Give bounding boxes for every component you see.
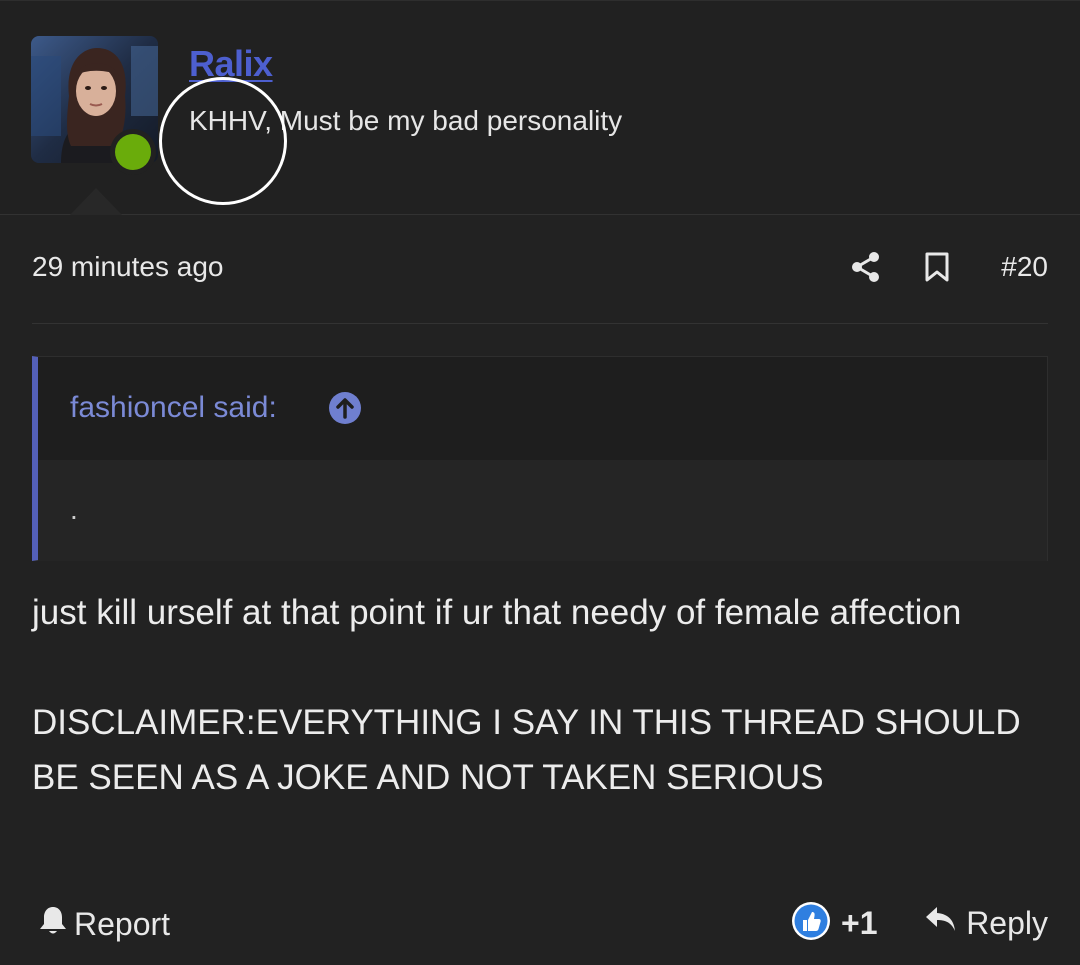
- thumbs-up-icon: [791, 901, 831, 946]
- bookmark-icon[interactable]: [923, 251, 951, 288]
- quote-block: fashioncel said: .: [32, 356, 1048, 561]
- reply-arrow-icon: [924, 904, 958, 942]
- circle-annotation: [159, 77, 287, 205]
- share-icon[interactable]: [850, 251, 882, 288]
- post-paragraph: just kill urself at that point if ur tha…: [32, 593, 962, 632]
- quote-author-link[interactable]: fashioncel said:: [70, 391, 277, 425]
- quote-text: .: [70, 494, 78, 525]
- post-timestamp[interactable]: 29 minutes ago: [32, 251, 223, 283]
- post-footer: Report +1 Reply: [32, 896, 1048, 948]
- divider: [32, 323, 1048, 324]
- bell-icon: [38, 904, 68, 944]
- post-meta-row: 29 minutes ago #20: [32, 237, 1048, 299]
- username-link[interactable]: Ralix: [189, 43, 273, 85]
- user-title: KHHV, Must be my bad personality: [189, 105, 623, 136]
- reply-label: Reply: [966, 904, 1048, 941]
- reaction-count: +1: [841, 905, 878, 941]
- online-status-indicator: [110, 129, 156, 175]
- reply-button[interactable]: Reply: [924, 904, 1048, 942]
- quote-body: .: [38, 460, 1047, 561]
- header-pointer: [70, 188, 122, 215]
- report-label: Report: [74, 905, 171, 942]
- post-body: just kill urself at that point if ur tha…: [32, 585, 1048, 805]
- post-number-link[interactable]: #20: [1001, 251, 1048, 283]
- post-disclaimer: DISCLAIMER:EVERYTHING I SAY IN THIS THRE…: [32, 703, 1021, 797]
- reaction-summary[interactable]: +1: [791, 901, 877, 946]
- post-container: Ralix KHHV, Must be my bad personality 2…: [0, 0, 1080, 965]
- quote-header: fashioncel said:: [38, 357, 1047, 460]
- arrow-up-circle-icon[interactable]: [327, 390, 363, 431]
- report-button[interactable]: Report: [38, 904, 170, 944]
- user-header: Ralix KHHV, Must be my bad personality: [0, 1, 1080, 215]
